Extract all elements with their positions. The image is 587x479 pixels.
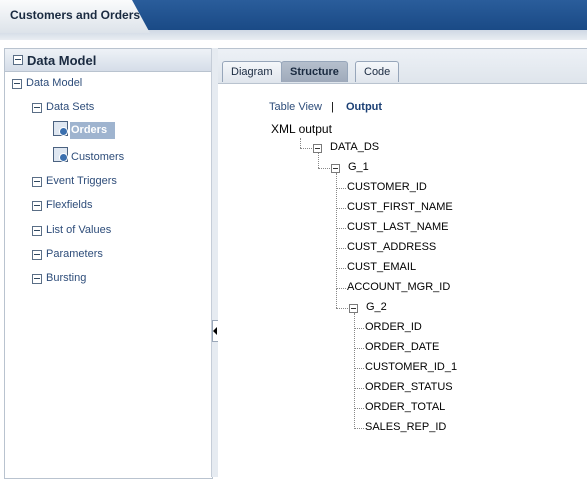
xml-output-label: XML output xyxy=(271,122,332,136)
collapse-g1-icon[interactable] xyxy=(331,164,340,173)
tree-item-flexfields[interactable]: Flexfields xyxy=(32,199,92,211)
xml-field: CUST_FIRST_NAME xyxy=(347,201,453,213)
panel-header: Data Model xyxy=(5,49,212,72)
view-switcher: Table View | Output xyxy=(269,101,382,113)
tree-connector xyxy=(336,188,346,189)
collapse-data-ds-icon[interactable] xyxy=(313,144,322,153)
tree-connector xyxy=(354,313,355,429)
tree-connector xyxy=(318,168,330,169)
tree-connector xyxy=(354,368,364,369)
tab-structure[interactable]: Structure xyxy=(281,61,348,82)
table-view-link[interactable]: Table View xyxy=(269,101,322,113)
xml-field: ORDER_DATE xyxy=(365,341,440,353)
collapse-icon[interactable] xyxy=(32,103,42,113)
tree-connector xyxy=(318,153,319,168)
xml-node-g1: G_1 xyxy=(348,161,369,173)
xml-field: CUST_LAST_NAME xyxy=(347,221,449,233)
tree-item-customers[interactable]: Customers xyxy=(71,151,124,163)
tree-connector xyxy=(336,289,337,308)
xml-field: SALES_REP_ID xyxy=(365,421,447,433)
xml-field: CUSTOMER_ID_1 xyxy=(365,361,458,373)
tree-item-bursting[interactable]: Bursting xyxy=(32,272,86,284)
view-tabs: Diagram Structure Code xyxy=(218,49,587,84)
tree-connector xyxy=(336,268,346,269)
page-tab-customers-and-orders[interactable]: Customers and Orders xyxy=(0,0,150,33)
xml-field: ORDER_ID xyxy=(365,321,422,333)
xml-field: CUST_ADDRESS xyxy=(347,241,437,253)
xml-field: ACCOUNT_MGR_ID xyxy=(347,281,451,293)
tree-connector xyxy=(354,348,364,349)
data-set-icon xyxy=(53,147,68,162)
output-link[interactable]: Output xyxy=(346,101,382,113)
collapse-panel-icon[interactable] xyxy=(13,55,23,65)
tree-connector xyxy=(354,328,364,329)
view-separator: | xyxy=(331,101,334,113)
tree-connector xyxy=(354,428,364,429)
tree-connector xyxy=(336,208,346,209)
collapse-icon[interactable] xyxy=(12,79,22,89)
tree-connector xyxy=(336,308,348,309)
tree-item-parameters[interactable]: Parameters xyxy=(32,248,103,260)
tree-connector xyxy=(300,138,301,148)
tree-connector xyxy=(354,388,364,389)
collapse-icon[interactable] xyxy=(32,250,42,260)
tree-item-data-sets[interactable]: Data Sets xyxy=(32,101,94,113)
collapse-g2-icon[interactable] xyxy=(349,304,358,313)
tree-item-event-triggers[interactable]: Event Triggers xyxy=(32,175,117,187)
page-tab-title: Customers and Orders xyxy=(10,8,141,22)
pane-splitter[interactable] xyxy=(211,48,218,477)
tree-connector xyxy=(354,408,364,409)
tab-code[interactable]: Code xyxy=(355,61,400,82)
collapse-icon[interactable] xyxy=(32,177,42,187)
tree-item-list-of-values[interactable]: List of Values xyxy=(32,224,111,236)
tree-connector xyxy=(336,228,346,229)
data-set-icon xyxy=(53,121,68,136)
collapse-icon[interactable] xyxy=(32,201,42,211)
tree-connector xyxy=(300,148,312,149)
tree-item-orders[interactable]: Orders xyxy=(70,122,115,139)
xml-field: ORDER_STATUS xyxy=(365,381,453,393)
tree-connector xyxy=(336,248,346,249)
panel-title: Data Model xyxy=(27,53,97,68)
xml-field: ORDER_TOTAL xyxy=(365,401,446,413)
xml-field: CUSTOMER_ID xyxy=(347,181,427,193)
collapse-icon[interactable] xyxy=(32,274,42,284)
xml-field: CUST_EMAIL xyxy=(347,261,417,273)
tab-diagram[interactable]: Diagram xyxy=(222,61,282,82)
collapse-icon[interactable] xyxy=(32,226,42,236)
tree-item-data-model[interactable]: Data Model xyxy=(12,77,82,89)
tree-connector xyxy=(336,288,346,289)
tree-connector xyxy=(336,173,337,289)
xml-node-g2: G_2 xyxy=(366,301,387,313)
xml-node-data-ds: DATA_DS xyxy=(330,141,380,153)
